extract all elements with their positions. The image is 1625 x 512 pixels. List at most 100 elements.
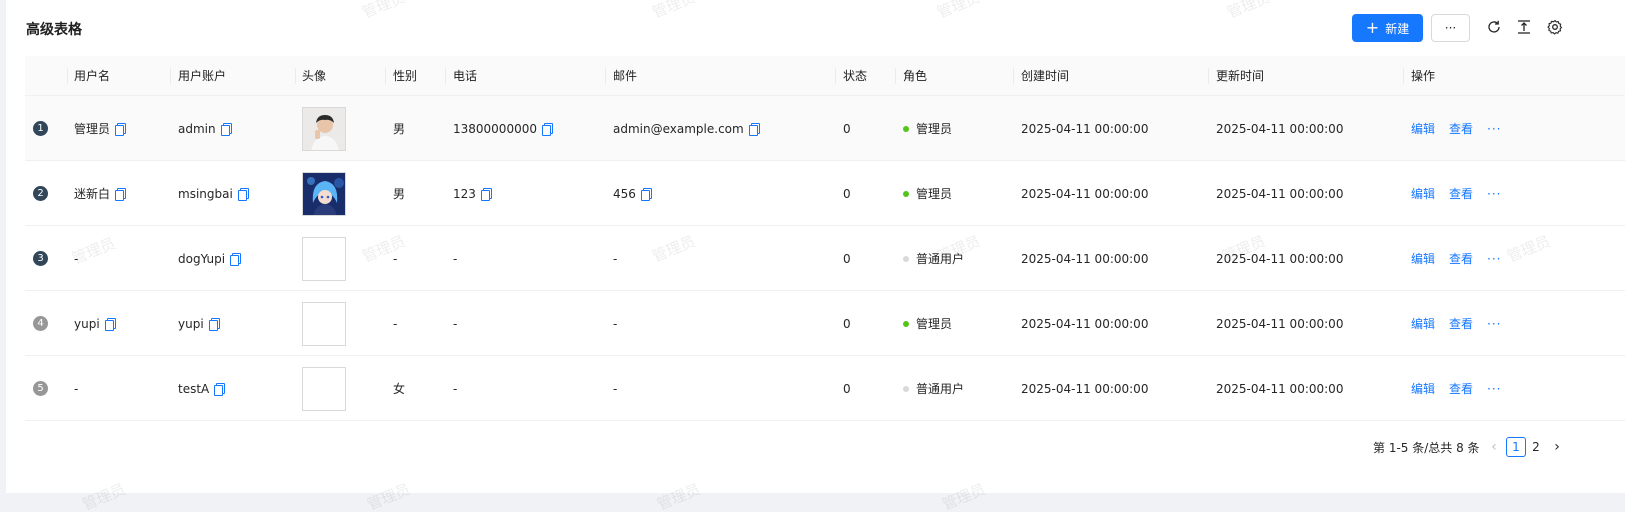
cell-email: 456 bbox=[613, 186, 636, 201]
role-status-dot bbox=[903, 190, 909, 197]
cell-account: admin bbox=[178, 121, 216, 136]
table-row: 1 管理员 admin 男 13800000000 admin@example.com 0 管… bbox=[25, 96, 1625, 161]
cell-created-time: 2025-04-11 00:00:00 bbox=[1021, 186, 1149, 201]
avatar[interactable] bbox=[302, 301, 346, 346]
table-row: 5 - testA 女 - - 0 普通用户 2025-04-11 00:00:00 2025-0… bbox=[25, 356, 1625, 421]
cell-gender: 女 bbox=[393, 382, 406, 396]
cell-created-time: 2025-04-11 00:00:00 bbox=[1021, 381, 1149, 396]
column-divider bbox=[295, 68, 296, 84]
pagination-next[interactable]: › bbox=[1547, 437, 1567, 457]
copy-icon[interactable] bbox=[541, 122, 553, 136]
avatar[interactable] bbox=[302, 236, 346, 281]
column-header-phone[interactable]: 电话 bbox=[453, 56, 477, 96]
column-header-account[interactable]: 用户账户 bbox=[178, 56, 226, 96]
reload-icon[interactable] bbox=[1486, 19, 1502, 35]
table-row: 2 迷新白 msingbai 男 123 456 0 管理员 2025-04-11 00:00:… bbox=[25, 161, 1625, 226]
column-header-email[interactable]: 邮件 bbox=[613, 56, 637, 96]
view-link[interactable]: 查看 bbox=[1449, 120, 1473, 137]
edit-link[interactable]: 编辑 bbox=[1411, 185, 1435, 202]
column-header-created[interactable]: 创建时间 bbox=[1021, 56, 1069, 96]
more-actions-icon[interactable]: ··· bbox=[1487, 252, 1501, 266]
copy-icon[interactable] bbox=[115, 187, 127, 201]
copy-icon[interactable] bbox=[115, 122, 127, 136]
watermark: 管理员 bbox=[934, 0, 983, 22]
new-button-label: 新建 bbox=[1385, 21, 1410, 36]
copy-icon[interactable] bbox=[640, 187, 652, 201]
column-header-gender[interactable]: 性别 bbox=[393, 56, 417, 96]
edit-link[interactable]: 编辑 bbox=[1411, 380, 1435, 397]
column-header-avatar[interactable]: 头像 bbox=[302, 56, 326, 96]
cell-email: - bbox=[613, 381, 618, 396]
new-button[interactable]: + 新建 bbox=[1352, 14, 1423, 42]
pagination-page-1[interactable]: 1 bbox=[1506, 437, 1526, 457]
role-status-dot bbox=[903, 320, 909, 327]
table-row: 3 - dogYupi - - - 0 普通用户 2025-04-11 00:00:00 2025… bbox=[25, 226, 1625, 291]
role-status-dot bbox=[903, 385, 909, 392]
watermark: 管理员 bbox=[364, 480, 413, 512]
more-actions-icon[interactable]: ··· bbox=[1487, 317, 1501, 331]
watermark: 管理员 bbox=[649, 0, 698, 22]
cell-updated-time: 2025-04-11 00:00:00 bbox=[1216, 316, 1344, 331]
more-actions-icon[interactable]: ··· bbox=[1487, 122, 1501, 136]
edit-link[interactable]: 编辑 bbox=[1411, 250, 1435, 267]
copy-icon[interactable] bbox=[230, 252, 242, 266]
column-header-updated[interactable]: 更新时间 bbox=[1216, 56, 1264, 96]
pagination-page-2[interactable]: 2 bbox=[1526, 437, 1546, 457]
density-icon[interactable] bbox=[1516, 19, 1532, 35]
more-button[interactable]: ··· bbox=[1431, 14, 1470, 42]
cell-phone: 13800000000 bbox=[453, 121, 537, 136]
cell-created-time: 2025-04-11 00:00:00 bbox=[1021, 121, 1149, 136]
copy-icon[interactable] bbox=[208, 317, 220, 331]
cell-gender: - bbox=[393, 251, 398, 266]
role-status-dot bbox=[903, 255, 909, 262]
copy-icon[interactable] bbox=[480, 187, 492, 201]
view-link[interactable]: 查看 bbox=[1449, 185, 1473, 202]
column-header-actions: 操作 bbox=[1411, 69, 1436, 83]
cell-email: - bbox=[613, 316, 618, 331]
settings-icon[interactable] bbox=[1547, 19, 1563, 35]
cell-status: 0 bbox=[843, 381, 851, 396]
copy-icon[interactable] bbox=[748, 122, 760, 136]
cell-role: 管理员 bbox=[916, 187, 953, 201]
pagination-prev[interactable]: ‹ bbox=[1484, 437, 1504, 457]
avatar[interactable] bbox=[302, 106, 346, 151]
copy-icon[interactable] bbox=[237, 187, 249, 201]
cell-username: - bbox=[74, 251, 79, 266]
copy-icon[interactable] bbox=[214, 382, 226, 396]
column-divider bbox=[445, 68, 446, 84]
more-actions-icon[interactable]: ··· bbox=[1487, 382, 1501, 396]
avatar[interactable] bbox=[302, 171, 346, 216]
watermark: 管理员 bbox=[654, 480, 703, 512]
copy-icon[interactable] bbox=[220, 122, 232, 136]
cell-gender: 男 bbox=[393, 122, 406, 136]
column-header-status[interactable]: 状态 bbox=[843, 56, 867, 96]
view-link[interactable]: 查看 bbox=[1449, 250, 1473, 267]
table-header: 用户名 用户账户 头像 性别 电话 邮件 状态 角色 创建时间 更新时间 操作 bbox=[25, 56, 1625, 96]
copy-icon[interactable] bbox=[104, 317, 116, 331]
cell-updated-time: 2025-04-11 00:00:00 bbox=[1216, 121, 1344, 136]
row-index-badge: 5 bbox=[33, 381, 48, 396]
row-index-badge: 2 bbox=[33, 186, 48, 201]
avatar[interactable] bbox=[302, 366, 346, 411]
cell-account: yupi bbox=[178, 316, 204, 331]
view-link[interactable]: 查看 bbox=[1449, 380, 1473, 397]
cell-username: 迷新白 bbox=[74, 187, 111, 201]
cell-username: - bbox=[74, 381, 79, 396]
column-divider bbox=[835, 68, 836, 84]
view-link[interactable]: 查看 bbox=[1449, 315, 1473, 332]
more-actions-icon[interactable]: ··· bbox=[1487, 187, 1501, 201]
cell-role: 普通用户 bbox=[916, 252, 965, 266]
cell-created-time: 2025-04-11 00:00:00 bbox=[1021, 251, 1149, 266]
watermark: 管理员 bbox=[79, 480, 128, 512]
chevron-right-icon: › bbox=[1554, 439, 1560, 455]
column-divider bbox=[895, 68, 896, 84]
edit-link[interactable]: 编辑 bbox=[1411, 120, 1435, 137]
column-header-role[interactable]: 角色 bbox=[903, 56, 927, 96]
cell-account: testA bbox=[178, 381, 210, 396]
cell-phone: 123 bbox=[453, 186, 476, 201]
page-title: 高级表格 bbox=[26, 22, 82, 38]
column-header-username[interactable]: 用户名 bbox=[74, 56, 110, 96]
edit-link[interactable]: 编辑 bbox=[1411, 315, 1435, 332]
data-table: 用户名 用户账户 头像 性别 电话 邮件 状态 角色 创建时间 更新时间 操作 … bbox=[25, 56, 1625, 421]
column-divider bbox=[385, 68, 386, 84]
